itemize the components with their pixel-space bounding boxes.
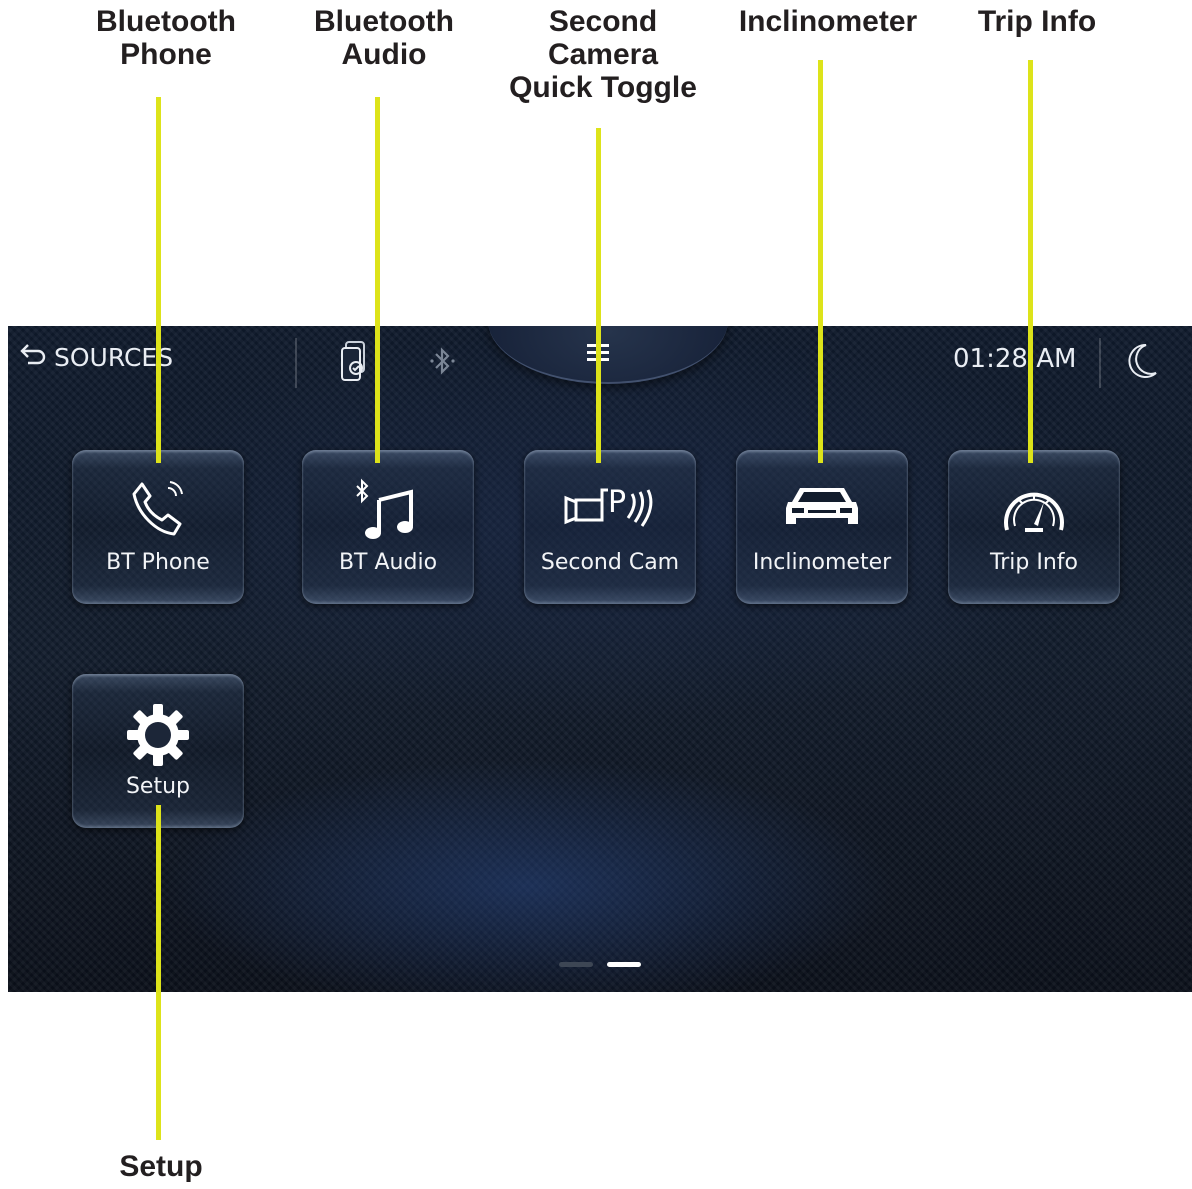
tile-bt-audio[interactable]: BT Audio (302, 450, 474, 604)
phone-connected-icon[interactable] (340, 340, 370, 387)
camera-park-icon: P (562, 478, 658, 543)
status-divider (295, 338, 297, 388)
leader-line-bt-phone (156, 97, 161, 463)
tile-label: Trip Info (990, 550, 1078, 575)
tile-second-cam[interactable]: P Second Cam (524, 450, 696, 604)
clock-time: 01:28 AM (953, 344, 1077, 374)
tile-trip-info[interactable]: Trip Info (948, 450, 1120, 604)
tile-inclinometer[interactable]: Inclinometer (736, 450, 908, 604)
tile-label: Inclinometer (752, 550, 892, 575)
speedometer-icon (999, 478, 1069, 545)
tile-label: BT Audio (338, 550, 438, 575)
page-indicator-1[interactable] (559, 962, 593, 967)
phone-call-icon (128, 478, 188, 545)
leader-line-setup (156, 805, 161, 1140)
bluetooth-icon (428, 344, 458, 383)
gear-icon (125, 702, 191, 773)
page-indicator-2[interactable] (607, 962, 641, 967)
svg-text:P: P (608, 485, 626, 520)
callout-bt-phone: Bluetooth Phone (96, 5, 236, 71)
sources-button[interactable]: SOURCES (20, 342, 173, 372)
tile-label: Setup (125, 774, 191, 799)
leader-line-inclinometer (818, 60, 823, 463)
callout-second-camera: Second Camera Quick Toggle (509, 5, 697, 104)
status-divider (1099, 338, 1101, 388)
tile-label: Second Cam (540, 550, 680, 575)
back-arrow-icon (20, 342, 46, 372)
tile-label: BT Phone (106, 550, 210, 575)
car-icon (782, 478, 862, 539)
callout-bt-audio: Bluetooth Audio (314, 5, 454, 71)
callout-setup: Setup (119, 1150, 203, 1183)
callout-inclinometer: Inclinometer (738, 5, 918, 38)
callout-trip-info: Trip Info (977, 5, 1097, 38)
leader-line-bt-audio (375, 97, 380, 463)
leader-line-trip-info (1028, 60, 1033, 463)
tile-bt-phone[interactable]: BT Phone (72, 450, 244, 604)
bluetooth-music-icon (353, 478, 423, 547)
moon-icon[interactable] (1126, 341, 1160, 386)
leader-line-second-camera (596, 128, 601, 463)
